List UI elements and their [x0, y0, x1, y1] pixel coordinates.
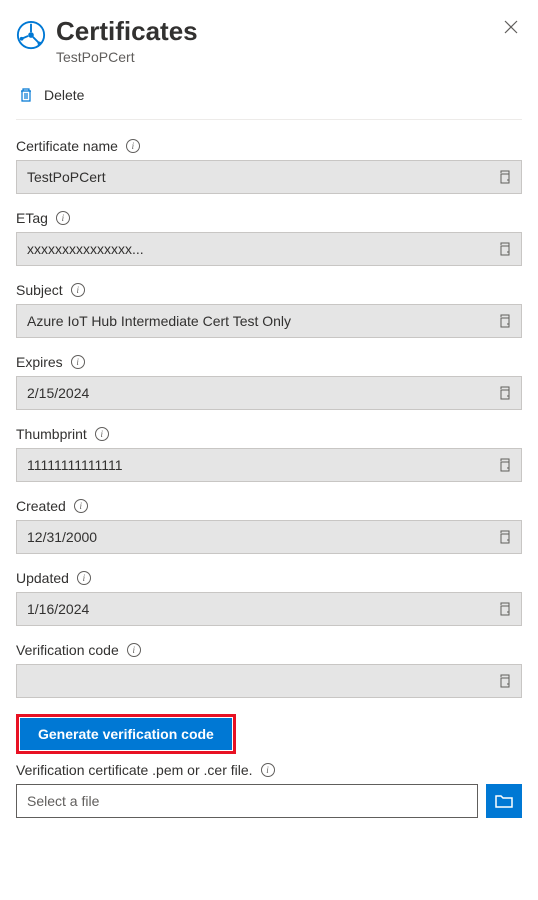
- created-value: 12/31/2000: [17, 523, 487, 551]
- copy-button[interactable]: [487, 452, 521, 478]
- certificate-name-label: Certificate name: [16, 138, 118, 154]
- expires-value: 2/15/2024: [17, 379, 487, 407]
- browse-button[interactable]: [486, 784, 522, 818]
- copy-icon: [497, 602, 511, 616]
- certificate-name-value: TestPoPCert: [17, 163, 487, 191]
- created-field: 12/31/2000: [16, 520, 522, 554]
- copy-button[interactable]: [487, 524, 521, 550]
- info-icon[interactable]: i: [126, 139, 140, 153]
- updated-label: Updated: [16, 570, 69, 586]
- info-icon[interactable]: i: [127, 643, 141, 657]
- page-title: Certificates: [56, 16, 490, 47]
- trash-icon: [18, 87, 34, 103]
- verification-file-label: Verification certificate .pem or .cer fi…: [16, 762, 253, 778]
- copy-icon: [497, 674, 511, 688]
- info-icon[interactable]: i: [77, 571, 91, 585]
- copy-icon: [497, 386, 511, 400]
- updated-value: 1/16/2024: [17, 595, 487, 623]
- generate-verification-code-button[interactable]: Generate verification code: [20, 718, 232, 750]
- page-subtitle: TestPoPCert: [56, 49, 490, 65]
- highlight-box: Generate verification code: [16, 714, 236, 754]
- copy-button[interactable]: [487, 236, 521, 262]
- copy-button[interactable]: [487, 380, 521, 406]
- info-icon[interactable]: i: [95, 427, 109, 441]
- thumbprint-field: 11111111111111: [16, 448, 522, 482]
- copy-button[interactable]: [487, 596, 521, 622]
- info-icon[interactable]: i: [74, 499, 88, 513]
- copy-icon: [497, 530, 511, 544]
- subject-value: Azure IoT Hub Intermediate Cert Test Onl…: [17, 307, 487, 335]
- info-icon[interactable]: i: [56, 211, 70, 225]
- info-icon[interactable]: i: [261, 763, 275, 777]
- certificate-name-field: TestPoPCert: [16, 160, 522, 194]
- copy-button[interactable]: [487, 164, 521, 190]
- expires-field: 2/15/2024: [16, 376, 522, 410]
- subject-field: Azure IoT Hub Intermediate Cert Test Onl…: [16, 304, 522, 338]
- expires-label: Expires: [16, 354, 63, 370]
- verification-code-label: Verification code: [16, 642, 119, 658]
- delete-button[interactable]: Delete: [16, 83, 86, 107]
- updated-field: 1/16/2024: [16, 592, 522, 626]
- subject-label: Subject: [16, 282, 63, 298]
- etag-label: ETag: [16, 210, 48, 226]
- certificates-icon: [16, 20, 46, 50]
- folder-icon: [495, 794, 513, 808]
- etag-value: xxxxxxxxxxxxxxx...: [17, 235, 487, 263]
- delete-label: Delete: [44, 87, 84, 103]
- copy-icon: [497, 242, 511, 256]
- close-icon: [504, 20, 518, 34]
- copy-icon: [497, 170, 511, 184]
- verification-code-field: [16, 664, 522, 698]
- created-label: Created: [16, 498, 66, 514]
- close-button[interactable]: [500, 16, 522, 43]
- etag-field: xxxxxxxxxxxxxxx...: [16, 232, 522, 266]
- copy-button[interactable]: [487, 668, 521, 694]
- copy-icon: [497, 314, 511, 328]
- info-icon[interactable]: i: [71, 283, 85, 297]
- copy-button[interactable]: [487, 308, 521, 334]
- info-icon[interactable]: i: [71, 355, 85, 369]
- file-input[interactable]: [16, 784, 478, 818]
- thumbprint-label: Thumbprint: [16, 426, 87, 442]
- verification-code-value: [17, 675, 487, 687]
- thumbprint-value: 11111111111111: [17, 451, 487, 479]
- copy-icon: [497, 458, 511, 472]
